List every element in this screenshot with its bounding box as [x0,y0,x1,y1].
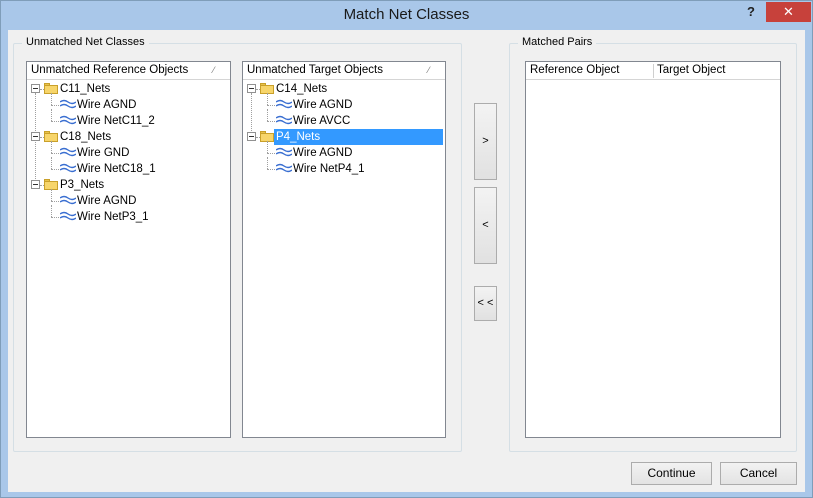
tree-node-label: Wire GND [77,147,130,159]
target-objects-list[interactable]: Unmatched Target Objects ⁄ C14_Nets Wire … [242,61,446,438]
collapse-icon[interactable] [31,132,40,141]
tree-line [267,109,268,121]
collapse-icon[interactable] [31,180,40,189]
tree-node-label: C14_Nets [276,83,328,95]
wire-icon [59,98,77,112]
target-object-column-header[interactable]: Target Object [653,62,725,80]
unmatched-group-label: Unmatched Net Classes [22,36,149,48]
tree-node-net[interactable]: Wire NetP3_1 [27,205,230,225]
title-bar[interactable]: Match Net Classes ? ✕ [1,1,812,30]
reference-list-header[interactable]: Unmatched Reference Objects ⁄ [27,62,230,80]
tree-node-label: C18_Nets [60,131,112,143]
sort-icon: ⁄ [428,65,430,75]
tree-node-label: P3_Nets [60,179,105,191]
wire-icon [275,114,293,128]
tree-node-net[interactable]: Wire AGND [243,93,445,113]
matched-pairs-list[interactable]: Reference Object Target Object [525,61,781,438]
unmatched-net-classes-group: Unmatched Net Classes Unmatched Referenc… [13,36,462,452]
tree-node-label: Wire AGND [77,99,137,111]
tree-line [51,109,52,121]
tree-node-net[interactable]: Wire AGND [27,93,230,113]
tree-node-net[interactable]: Wire AGND [243,141,445,161]
tree-node-net[interactable]: Wire AVCC [243,109,445,129]
dialog-client-area: Unmatched Net Classes Unmatched Referenc… [8,30,805,492]
remove-match-label: < [482,219,489,231]
remove-match-button[interactable]: < [474,187,497,264]
collapse-icon[interactable] [247,132,256,141]
tree-node-label: Wire AVCC [293,115,351,127]
add-match-label: > [482,135,489,147]
tree-line [267,157,268,169]
tree-node-net[interactable]: Wire NetC11_2 [27,109,230,129]
reference-objects-list[interactable]: Unmatched Reference Objects ⁄ C11_Nets Wi… [26,61,231,438]
tree-line [51,93,52,105]
tree-node-net[interactable]: Wire NetC18_1 [27,157,230,177]
wire-icon [59,146,77,160]
tree-node-label: Wire NetC11_2 [77,115,155,127]
target-list-header[interactable]: Unmatched Target Objects ⁄ [243,62,445,80]
tree-node-class[interactable]: C18_Nets [27,129,230,145]
matched-group-label: Matched Pairs [518,36,597,48]
wire-icon [59,114,77,128]
target-tree: C14_Nets Wire AGND Wire AVCC P4_Nets Wire AG… [243,81,445,437]
wire-icon [275,162,293,176]
reference-column-header[interactable]: Unmatched Reference Objects [27,62,188,80]
remove-all-label: < < [477,297,494,309]
close-button[interactable]: ✕ [766,2,811,22]
continue-button[interactable]: Continue [631,462,712,485]
tree-line [51,205,52,217]
tree-node-class[interactable]: C11_Nets [27,81,230,97]
sort-icon: ⁄ [213,65,215,75]
help-button[interactable]: ? [739,3,763,23]
tree-node-label: Wire NetP3_1 [77,211,149,223]
wire-icon [275,98,293,112]
tree-node-net[interactable]: Wire AGND [27,189,230,209]
tree-line [267,93,268,105]
add-match-button[interactable]: > [474,103,497,180]
tree-node-class[interactable]: P4_Nets [243,129,445,145]
remove-all-button[interactable]: < < [474,286,497,321]
window-title: Match Net Classes [343,6,470,23]
tree-line [51,141,52,153]
wire-icon [59,162,77,176]
tree-node-class[interactable]: C14_Nets [243,81,445,97]
reference-object-column-header[interactable]: Reference Object [526,62,620,80]
matched-list-header[interactable]: Reference Object Target Object [526,62,780,80]
tree-node-label: Wire AGND [293,99,353,111]
collapse-icon[interactable] [31,84,40,93]
tree-node-class[interactable]: P3_Nets [27,177,230,193]
cancel-button[interactable]: Cancel [720,462,797,485]
dialog-window: Match Net Classes ? ✕ Unmatched Net Clas… [0,0,813,498]
wire-icon [59,194,77,208]
tree-node-label: Wire AGND [293,147,353,159]
matched-pairs-group: Matched Pairs Reference Object Target Ob… [509,36,797,452]
tree-node-label: Wire AGND [77,195,137,207]
tree-line [267,141,268,153]
tree-node-label: P4_Nets [276,131,321,143]
tree-node-net[interactable]: Wire GND [27,141,230,161]
tree-node-label: C11_Nets [60,83,111,95]
tree-line [51,157,52,169]
wire-icon [275,146,293,160]
target-column-header[interactable]: Unmatched Target Objects [243,62,383,80]
tree-node-label: Wire NetC18_1 [77,163,156,175]
tree-line [51,189,52,201]
collapse-icon[interactable] [247,84,256,93]
reference-tree: C11_Nets Wire AGND Wire NetC11_2 C18_Nets Wi… [27,81,230,437]
tree-node-label: Wire NetP4_1 [293,163,365,175]
tree-node-net[interactable]: Wire NetP4_1 [243,157,445,177]
wire-icon [59,210,77,224]
